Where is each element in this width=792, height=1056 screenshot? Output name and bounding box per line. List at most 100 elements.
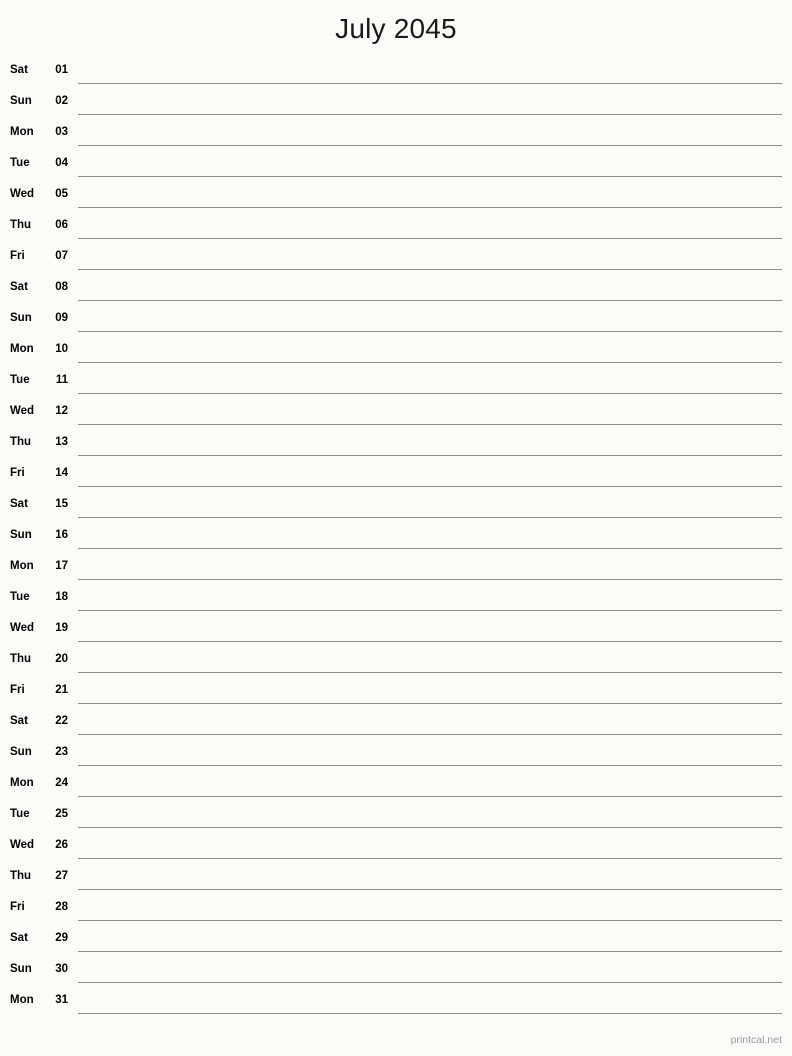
day-writing-line[interactable] [78,548,782,549]
day-weekday-label: Thu [10,870,32,882]
day-writing-line[interactable] [78,765,782,766]
day-writing-line[interactable] [78,982,782,983]
calendar-page: July 2045 Sat 01 Sun 02 Mon 03 Tue 04 Wed 05 Thu 06… [0,0,792,1056]
day-weekday-label: Thu [10,219,32,231]
day-row-list: Sat 01 Sun 02 Mon 03 Tue 04 Wed 05 Thu 06 Fri 07 Sat 08… [0,57,792,1018]
day-weekday-label: Wed [10,188,35,200]
day-number-label: 11 [55,374,68,386]
day-number-label: 10 [55,343,68,355]
day-number-label: 05 [55,188,68,200]
day-number-label: 25 [55,808,68,820]
day-number-label: 26 [55,839,68,851]
day-weekday-label: Sat [10,932,28,944]
day-number-label: 24 [55,777,68,789]
day-writing-line[interactable] [78,951,782,952]
day-writing-line[interactable] [78,579,782,580]
day-row: Thu 20 [0,646,792,677]
day-number-label: 28 [55,901,68,913]
day-weekday-label: Sun [10,529,32,541]
day-writing-line[interactable] [78,889,782,890]
day-writing-line[interactable] [78,238,782,239]
day-writing-line[interactable] [78,269,782,270]
day-number-label: 02 [55,95,68,107]
day-number-label: 14 [55,467,68,479]
day-row: Wed 05 [0,181,792,212]
day-row: Mon 31 [0,987,792,1018]
day-writing-line[interactable] [78,517,782,518]
day-writing-line[interactable] [78,827,782,828]
day-weekday-label: Wed [10,839,35,851]
day-weekday-label: Mon [10,777,34,789]
day-writing-line[interactable] [78,393,782,394]
day-weekday-label: Fri [10,684,25,696]
day-number-label: 01 [55,64,68,76]
day-row: Tue 18 [0,584,792,615]
day-writing-line[interactable] [78,703,782,704]
day-weekday-label: Fri [10,467,25,479]
day-weekday-label: Sun [10,95,32,107]
day-writing-line[interactable] [78,610,782,611]
day-row: Sat 15 [0,491,792,522]
day-weekday-label: Mon [10,994,34,1006]
day-row: Sun 30 [0,956,792,987]
day-weekday-label: Fri [10,901,25,913]
day-row: Sun 16 [0,522,792,553]
day-writing-line[interactable] [78,300,782,301]
day-writing-line[interactable] [78,176,782,177]
day-number-label: 19 [55,622,68,634]
day-weekday-label: Sun [10,963,32,975]
day-number-label: 16 [55,529,68,541]
day-writing-line[interactable] [78,424,782,425]
day-writing-line[interactable] [78,455,782,456]
day-number-label: 13 [55,436,68,448]
day-writing-line[interactable] [78,331,782,332]
day-row: Thu 13 [0,429,792,460]
day-weekday-label: Thu [10,653,32,665]
day-number-label: 12 [55,405,68,417]
day-number-label: 23 [55,746,68,758]
day-writing-line[interactable] [78,734,782,735]
day-row: Tue 25 [0,801,792,832]
day-row: Mon 03 [0,119,792,150]
day-row: Mon 24 [0,770,792,801]
day-writing-line[interactable] [78,83,782,84]
day-writing-line[interactable] [78,672,782,673]
day-row: Wed 26 [0,832,792,863]
day-writing-line[interactable] [78,362,782,363]
day-writing-line[interactable] [78,920,782,921]
day-writing-line[interactable] [78,641,782,642]
day-weekday-label: Sat [10,715,28,727]
day-row: Thu 27 [0,863,792,894]
day-writing-line[interactable] [78,1013,782,1014]
day-writing-line[interactable] [78,145,782,146]
day-writing-line[interactable] [78,207,782,208]
day-weekday-label: Mon [10,343,34,355]
day-row: Fri 14 [0,460,792,491]
day-row: Wed 19 [0,615,792,646]
day-number-label: 06 [55,219,68,231]
day-writing-line[interactable] [78,858,782,859]
day-number-label: 03 [55,126,68,138]
footer-brand: printcal.net [730,1034,782,1046]
day-weekday-label: Sun [10,746,32,758]
day-weekday-label: Tue [10,591,30,603]
day-number-label: 09 [55,312,68,324]
day-row: Mon 17 [0,553,792,584]
day-row: Fri 21 [0,677,792,708]
day-row: Fri 28 [0,894,792,925]
day-number-label: 21 [55,684,68,696]
day-row: Thu 06 [0,212,792,243]
day-writing-line[interactable] [78,486,782,487]
day-number-label: 31 [55,994,68,1006]
page-title: July 2045 [335,12,457,44]
day-number-label: 08 [55,281,68,293]
day-row: Fri 07 [0,243,792,274]
day-writing-line[interactable] [78,114,782,115]
day-writing-line[interactable] [78,796,782,797]
page-header: July 2045 [0,0,792,57]
day-number-label: 04 [55,157,68,169]
day-weekday-label: Fri [10,250,25,262]
day-number-label: 27 [55,870,68,882]
day-weekday-label: Mon [10,126,34,138]
day-number-label: 18 [55,591,68,603]
